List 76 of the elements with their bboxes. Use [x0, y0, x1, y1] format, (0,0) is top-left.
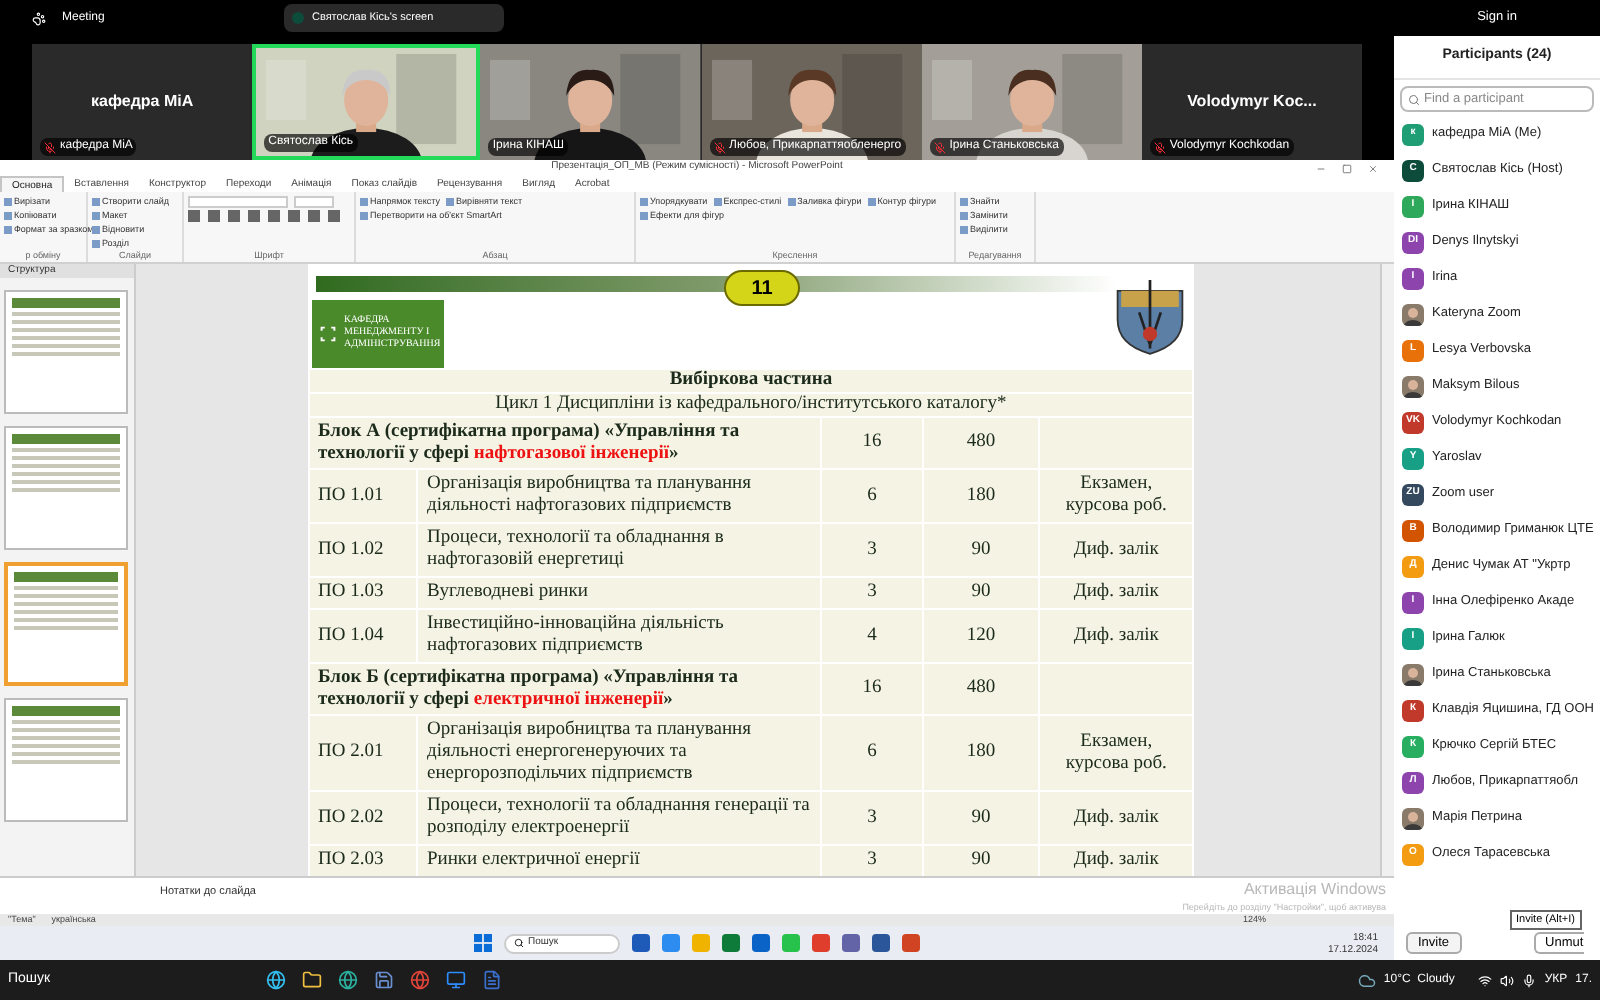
maximize-icon[interactable]	[1342, 163, 1352, 173]
table-heading: Вибіркова частина	[669, 370, 833, 390]
mic-icon[interactable]	[1522, 973, 1537, 987]
browser-icon[interactable]	[410, 970, 431, 990]
browser-icon[interactable]	[338, 970, 359, 990]
table-cell: 180	[966, 485, 996, 505]
browser-icon[interactable]	[266, 970, 287, 990]
participant-display-name: Volodymyr Koc...	[1187, 90, 1317, 114]
table-cell: ПО 1.02	[318, 539, 384, 559]
table-cell: 90	[971, 807, 991, 827]
meeting-app-icon[interactable]	[446, 970, 467, 990]
table-cell: Диф. залік	[1073, 625, 1159, 645]
share-avatar-icon	[292, 12, 304, 24]
table-cell: ПО 2.03	[318, 850, 384, 870]
table-cell: 90	[971, 850, 991, 870]
slide-thumbnail[interactable]	[4, 290, 128, 414]
table-cell: Ринки електричної енергії	[426, 850, 640, 870]
table-cell: ПО 2.02	[318, 807, 384, 827]
table-cell: 180	[966, 742, 996, 762]
save-icon[interactable]	[374, 970, 395, 990]
table-cell: ПО 1.04	[318, 625, 384, 645]
activation-watermark: Активація Windows	[1243, 878, 1386, 902]
table-cell: 90	[971, 582, 991, 602]
avatar-photo	[1402, 375, 1424, 397]
table-cell: 120	[966, 625, 996, 645]
table-cell: ПО 1.01	[318, 485, 384, 505]
table-cell: Процеси, технології та обладнання генерації та розподілу електроенергії	[426, 796, 810, 838]
table-cell: 480	[966, 432, 996, 452]
font-size-field[interactable]	[294, 196, 334, 208]
folder-icon[interactable]	[302, 970, 323, 990]
bracket-logo-icon	[320, 326, 336, 342]
table-cell: 6	[867, 485, 877, 505]
table-cell: Процеси, технології та обладнання в нафтогазовій енергетиці	[426, 528, 724, 570]
table-cell: Організація виробництва та планування діяльності енергогенеруючих та енергорозподільчих підприємств	[426, 720, 751, 784]
network-icon[interactable]	[1478, 973, 1493, 987]
table-cell: Інвестиційно-інноваційна діяльність нафтогазових підприємств	[426, 614, 724, 656]
font-name-field[interactable]	[188, 196, 288, 208]
volume-icon[interactable]	[1500, 973, 1515, 987]
table-cell: 480	[966, 678, 996, 698]
search-icon	[1408, 93, 1420, 105]
table-cell: 90	[971, 539, 991, 559]
avatar-photo	[1402, 303, 1424, 325]
document-icon[interactable]	[482, 970, 503, 990]
slide-thumbnail[interactable]	[4, 562, 128, 686]
table-subheading: Цикл 1 Дисципліни із кафедрального/інститутського каталогу*	[495, 394, 1007, 414]
table-cell: ПО 2.01	[318, 742, 384, 762]
minimize-icon[interactable]	[1316, 163, 1326, 173]
slide-thumbnail[interactable]	[4, 426, 128, 550]
table-cell: Екзамен, курсова роб.	[1065, 474, 1167, 516]
table-cell: 4	[867, 625, 877, 645]
table-cell: Вуглеводневі ринки	[426, 582, 588, 602]
table-cell: 3	[867, 539, 877, 559]
avatar-photo	[1402, 663, 1424, 685]
slide-thumbnail[interactable]	[4, 698, 128, 822]
participant-display-name: кафедра МіА	[91, 90, 194, 114]
table-cell: Організація виробництва та планування діяльності нафтогазових підприємств	[426, 474, 751, 516]
table-cell: 16	[862, 678, 882, 698]
slide-number: 11	[751, 275, 773, 303]
table-cell: Диф. залік	[1073, 850, 1159, 870]
table-cell: 3	[867, 807, 877, 827]
table-cell: 3	[867, 850, 877, 870]
table-cell: 3	[867, 582, 877, 602]
table-cell: 6	[867, 742, 877, 762]
table-cell: ПО 1.03	[318, 582, 384, 602]
cloud-icon	[1357, 971, 1376, 989]
avatar-photo	[1402, 807, 1424, 829]
table-cell: Диф. залік	[1073, 582, 1159, 602]
search-icon	[514, 938, 524, 948]
start-icon[interactable]	[474, 934, 492, 952]
table-cell: Блок Б (сертифікатна програма) «Управління та технології у сфері електричної інженерії»	[318, 667, 739, 709]
table-cell: Екзамен, курсова роб.	[1065, 731, 1167, 773]
paw-icon	[32, 11, 46, 25]
table-cell: Блок А (сертифікатна програма) «Управління та технології у сфері нафтогазової інженерії»	[318, 421, 740, 463]
table-cell: Диф. залік	[1073, 807, 1159, 827]
table-cell: Диф. залік	[1073, 539, 1159, 559]
table-cell: 16	[862, 432, 882, 452]
